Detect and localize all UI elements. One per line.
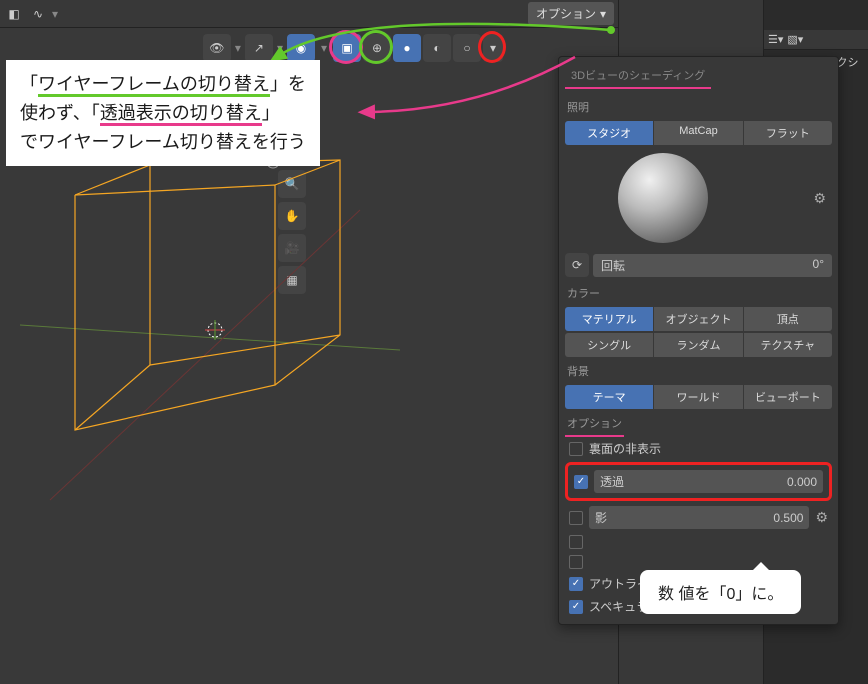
object-color-button[interactable]: オブジェクト: [654, 307, 742, 331]
xray-checkbox[interactable]: ✓: [574, 475, 588, 489]
gear-icon[interactable]: ⚙: [815, 509, 828, 526]
visibility-icon[interactable]: 👁: [203, 34, 231, 62]
xray-value-field[interactable]: 透過0.000: [594, 470, 823, 493]
options-dropdown[interactable]: オプション ▾: [528, 2, 614, 25]
filter-icon[interactable]: ▧▾: [787, 33, 803, 46]
wireframe-shading-button[interactable]: ⊕: [363, 34, 391, 62]
color-label: カラー: [565, 281, 832, 305]
shadow-checkbox[interactable]: [569, 511, 583, 525]
texture-color-button[interactable]: テクスチャ: [744, 333, 832, 357]
viewport-bg-button[interactable]: ビューポート: [744, 385, 832, 409]
flat-button[interactable]: フラット: [744, 121, 832, 145]
options-label: オプション: [536, 5, 596, 22]
rendered-shading-button[interactable]: ○: [453, 34, 481, 62]
specular-checkbox[interactable]: ✓: [569, 600, 583, 614]
lighting-label: 照明: [565, 95, 832, 119]
shading-dropdown-button[interactable]: ▾: [483, 34, 503, 62]
chevron-down-icon: ▾: [600, 7, 606, 21]
gizmo-toggle-icon[interactable]: ↗: [245, 34, 273, 62]
outliner-header[interactable]: ☰▾ ▧▾: [764, 30, 868, 50]
gear-icon[interactable]: ⚙: [813, 190, 832, 207]
viewport-3d[interactable]: ◧ ∿ ▾ オプション ▾ 👁 ▾ ↗ ▾ ◉ ▾ ▣ ⊕: [0, 0, 618, 684]
display-mode-icon[interactable]: ☰▾: [768, 33, 783, 46]
editor-type-icon[interactable]: ◧: [4, 4, 24, 24]
shading-mode-row: 👁 ▾ ↗ ▾ ◉ ▾ ▣ ⊕ ● ◐ ○ ▾: [203, 34, 503, 62]
options-section-label: オプション: [565, 411, 624, 437]
matcap-sphere-preview[interactable]: [618, 153, 708, 243]
overlay-toggle-icon[interactable]: ◉: [287, 34, 315, 62]
chevron-down-icon[interactable]: ▾: [321, 41, 327, 55]
shading-popup-title: 3Dビューのシェーディング: [565, 63, 711, 89]
material-color-button[interactable]: マテリアル: [565, 307, 653, 331]
xray-toggle-button[interactable]: ▣: [333, 34, 361, 62]
background-label: 背景: [565, 359, 832, 383]
value-zero-callout: 数 値を「0」に。: [640, 570, 801, 614]
chevron-down-icon[interactable]: ▾: [235, 41, 241, 55]
random-color-button[interactable]: ランダム: [654, 333, 742, 357]
backface-checkbox[interactable]: [569, 442, 583, 456]
xray-red-highlight: ✓ 透過0.000: [565, 462, 832, 501]
matcap-button[interactable]: MatCap: [654, 121, 742, 145]
cavity-checkbox[interactable]: [569, 535, 583, 549]
world-rotate-icon[interactable]: ⟳: [565, 253, 589, 277]
chevron-down-icon[interactable]: ▾: [277, 41, 283, 55]
world-bg-button[interactable]: ワールド: [654, 385, 742, 409]
shading-popover: 3Dビューのシェーディング 照明 スタジオ MatCap フラット ⚙ ⟳ 回転…: [558, 56, 839, 625]
mode-icon[interactable]: ∿: [28, 4, 48, 24]
rotation-field[interactable]: 回転0°: [593, 254, 832, 277]
vertex-color-button[interactable]: 頂点: [744, 307, 832, 331]
backface-culling-row[interactable]: 裏面の非表示: [565, 437, 832, 460]
shadow-value-field[interactable]: 影0.500: [589, 506, 809, 529]
single-color-button[interactable]: シングル: [565, 333, 653, 357]
viewport-header: ◧ ∿ ▾ オプション ▾: [0, 0, 618, 28]
outline-checkbox[interactable]: ✓: [569, 577, 583, 591]
dof-checkbox[interactable]: [569, 555, 583, 569]
studio-button[interactable]: スタジオ: [565, 121, 653, 145]
wireframe-cube-display: [20, 150, 400, 530]
solid-shading-button[interactable]: ●: [393, 34, 421, 62]
dropdown-caret-icon: ▾: [52, 7, 58, 21]
annotation-callout: 「ワイヤーフレームの切り替え」を 使わず、「透過表示の切り替え」 でワイヤーフレ…: [6, 60, 320, 166]
matprev-shading-button[interactable]: ◐: [423, 34, 451, 62]
theme-bg-button[interactable]: テーマ: [565, 385, 653, 409]
